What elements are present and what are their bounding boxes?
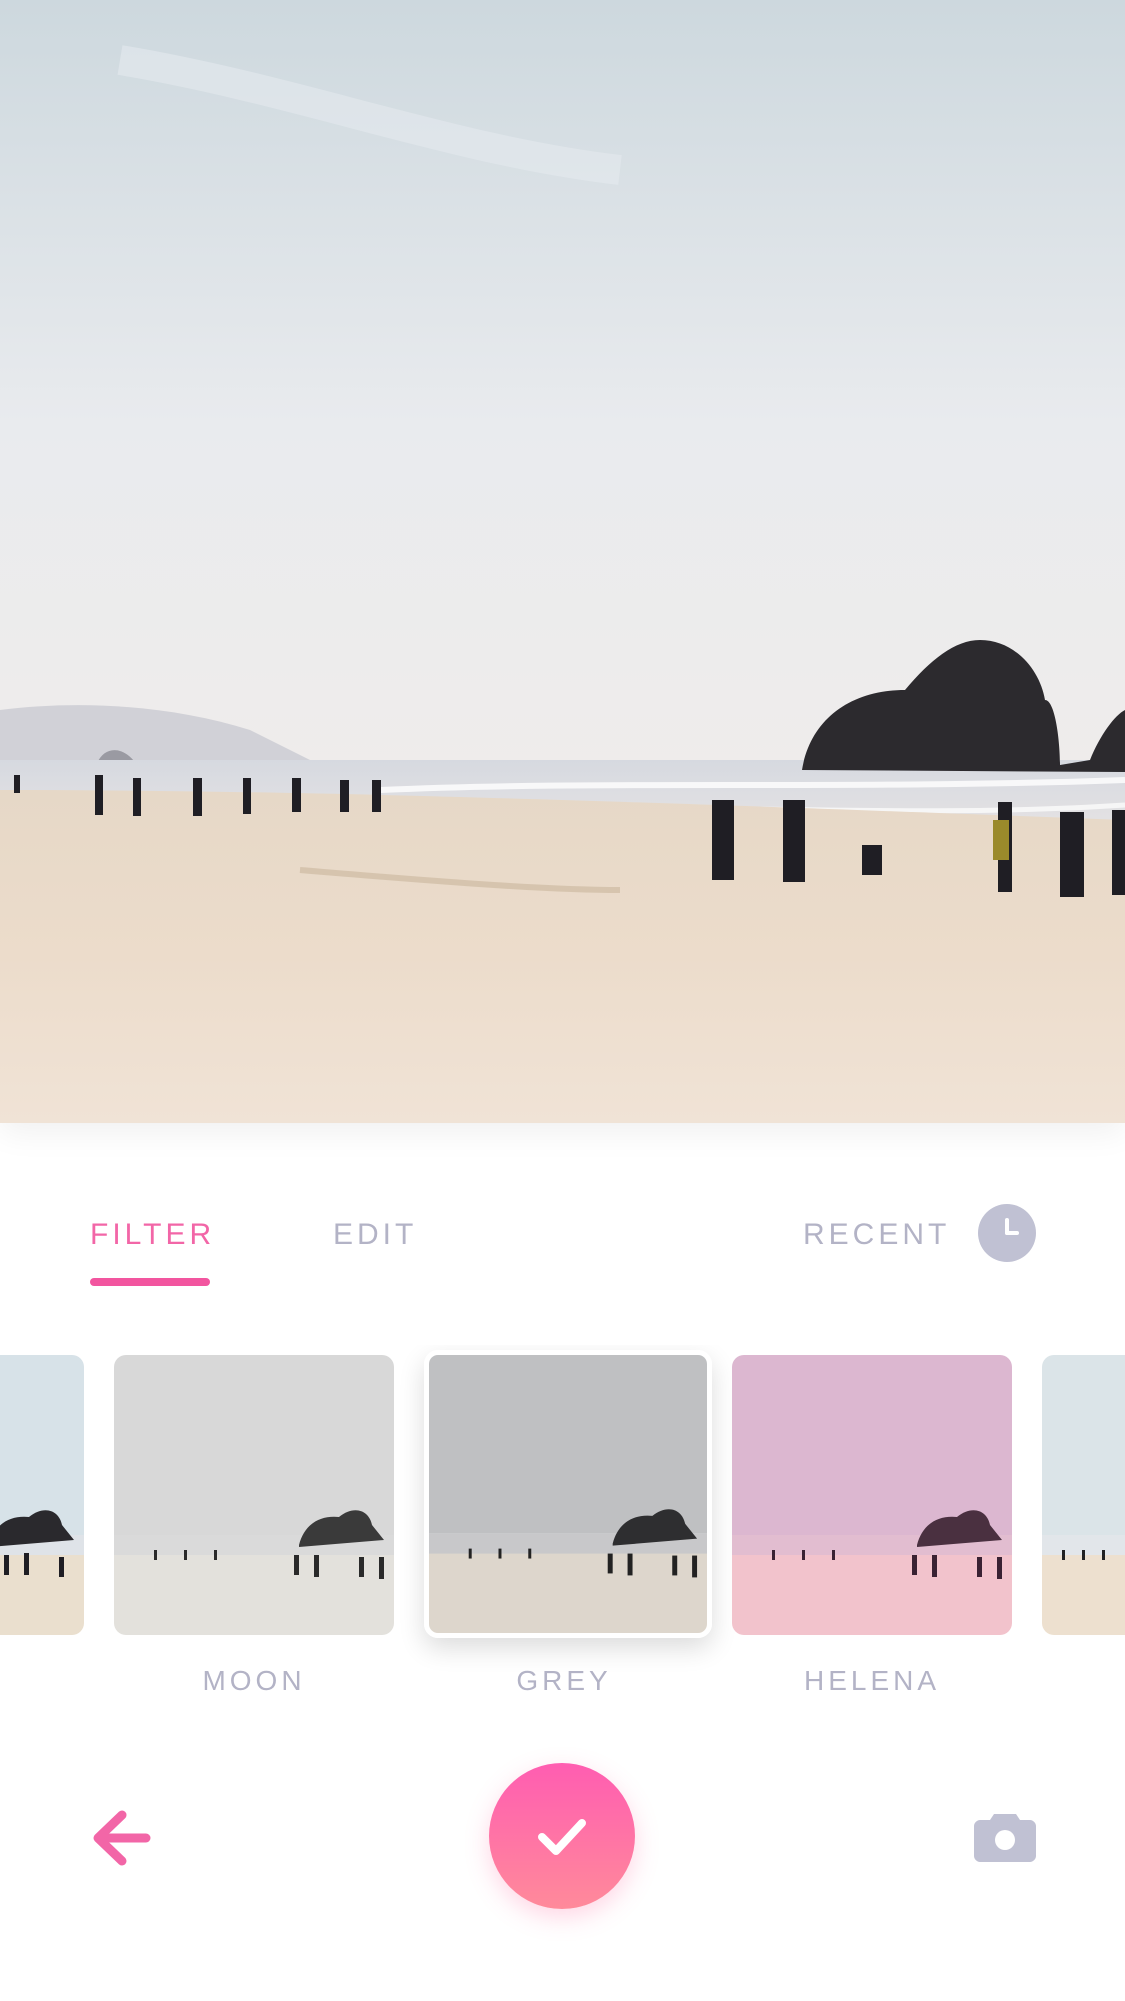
tab-filter[interactable]: FILTER — [90, 1218, 215, 1252]
tab-edit[interactable]: EDIT — [333, 1218, 417, 1252]
back-button[interactable] — [88, 1805, 154, 1871]
camera-icon — [974, 1814, 1036, 1862]
filter-thumbnail-next[interactable] — [1042, 1355, 1125, 1635]
tab-recent[interactable]: RECENT — [803, 1218, 950, 1252]
filter-label-helena: HELENA — [803, 1665, 941, 1696]
clock-icon[interactable] — [978, 1204, 1036, 1262]
filter-label-moon: MOON — [202, 1665, 306, 1696]
filter-thumbnail-grey[interactable] — [424, 1350, 712, 1638]
filter-thumbnail-helena[interactable] — [732, 1355, 1012, 1635]
filter-carousel[interactable]: MOON GREY HELENA — [0, 1345, 1125, 1725]
beach-photo-image — [0, 0, 1125, 1123]
filter-thumbnail-previous[interactable] — [0, 1355, 84, 1635]
arrow-left-icon — [93, 1810, 151, 1866]
confirm-button[interactable] — [489, 1763, 635, 1909]
camera-button[interactable] — [974, 1808, 1036, 1862]
active-tab-indicator — [90, 1278, 210, 1286]
filter-label-grey: GREY — [516, 1665, 612, 1696]
filter-thumbnail-moon[interactable] — [114, 1355, 394, 1635]
main-photo — [0, 0, 1125, 1123]
filter-edit-tabs: FILTER EDIT RECENT — [0, 1190, 1125, 1300]
checkmark-icon — [538, 1819, 586, 1855]
